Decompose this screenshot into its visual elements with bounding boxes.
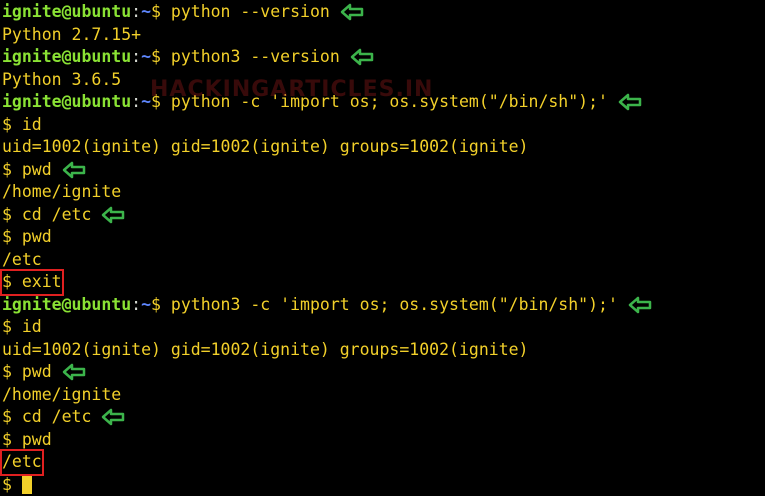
prompt-dollar: $ <box>151 2 171 21</box>
terminal-line: uid=1002(ignite) gid=1002(ignite) groups… <box>2 136 765 159</box>
terminal-line: $ id <box>2 316 765 339</box>
terminal-line: $ pwd <box>2 429 765 452</box>
terminal-line: /home/ignite <box>2 384 765 407</box>
terminal-line: Python 2.7.15+ <box>2 24 765 47</box>
output-text: /home/ignite <box>2 384 122 404</box>
text-cursor[interactable] <box>21 475 32 494</box>
arrow-left-icon <box>102 206 125 223</box>
prompt-user: ignite@ubuntu <box>2 47 132 66</box>
command-text: python3 --version <box>170 47 340 66</box>
terminal-line: ignite@ubuntu: ~ $ python -c 'import os; o… <box>2 91 765 114</box>
output-text: $ pwd <box>2 429 52 449</box>
output-text: uid=1002(ignite) gid=1002(ignite) groups… <box>2 339 529 359</box>
terminal-window[interactable]: HACKINGARTICLES.IN ignite@ubuntu: ~ $ pyth… <box>0 0 765 496</box>
output-text: Python 2.7.15+ <box>2 24 142 44</box>
terminal-line: ignite@ubuntu: ~ $ python3 -c 'import os; … <box>2 294 765 317</box>
output-text: $ pwd <box>2 159 52 179</box>
output-text: $ id <box>2 114 42 134</box>
prompt-user: ignite@ubuntu <box>2 92 132 111</box>
terminal-line: $ id <box>2 114 765 137</box>
prompt-path: ~ <box>141 47 152 66</box>
terminal-line: Python 3.6.5 <box>2 69 765 92</box>
prompt-dollar: $ <box>151 47 171 66</box>
prompt-dollar: $ <box>151 92 171 111</box>
terminal-line: $ pwd <box>2 226 765 249</box>
highlighted-output: /etc <box>0 449 44 476</box>
output-text: Python 3.6.5 <box>2 69 122 89</box>
terminal-line: /etc <box>2 249 765 272</box>
terminal-line: ignite@ubuntu: ~ $ python3 --version <box>2 46 765 69</box>
output-text: /etc <box>2 249 42 269</box>
terminal-output: ignite@ubuntu: ~ $ python --version Python … <box>0 1 765 496</box>
terminal-line: /home/ignite <box>2 181 765 204</box>
output-text: $ id <box>2 317 42 336</box>
arrow-left-icon <box>62 364 85 381</box>
arrow-left-icon <box>340 4 364 21</box>
terminal-line: /etc <box>0 449 765 476</box>
terminal-line: $ cd /etc <box>2 204 765 227</box>
command-text: python -c 'import os; os.system("/bin/sh… <box>170 92 608 111</box>
command-text: python3 -c 'import os; os.system("/bin/s… <box>170 294 618 314</box>
output-text: $ cd /etc <box>2 407 92 426</box>
arrow-left-icon <box>350 49 374 66</box>
prompt-colon: : <box>131 92 142 111</box>
output-text: $ pwd <box>2 227 52 246</box>
prompt-path: ~ <box>141 2 152 21</box>
terminal-line: $ cd /etc <box>2 406 765 429</box>
prompt-user: ignite@ubuntu <box>2 2 132 21</box>
arrow-left-icon <box>618 94 642 111</box>
shell-prompt: $ <box>2 474 12 494</box>
arrow-left-icon <box>62 161 85 178</box>
terminal-line: $ pwd <box>2 361 765 384</box>
terminal-line: $ pwd <box>2 159 765 182</box>
prompt-colon: : <box>131 294 142 314</box>
arrow-left-icon <box>102 409 125 426</box>
terminal-line: ignite@ubuntu: ~ $ python --version <box>2 1 765 24</box>
output-text: $ pwd <box>2 362 52 381</box>
prompt-dollar: $ <box>151 294 171 314</box>
prompt-colon: : <box>131 2 142 21</box>
prompt-path: ~ <box>141 294 152 314</box>
prompt-user: ignite@ubuntu <box>2 294 132 314</box>
terminal-line: $ exit <box>0 269 765 296</box>
prompt-path: ~ <box>141 92 152 111</box>
output-text: $ cd /etc <box>2 204 92 224</box>
terminal-line: uid=1002(ignite) gid=1002(ignite) groups… <box>2 339 765 362</box>
output-text: /home/ignite <box>2 182 122 201</box>
command-text: python --version <box>170 2 330 21</box>
output-text: uid=1002(ignite) gid=1002(ignite) groups… <box>2 137 529 156</box>
highlighted-output: $ exit <box>0 269 64 296</box>
terminal-line: $ <box>2 474 765 496</box>
prompt-colon: : <box>131 47 142 66</box>
arrow-left-icon <box>628 296 652 313</box>
